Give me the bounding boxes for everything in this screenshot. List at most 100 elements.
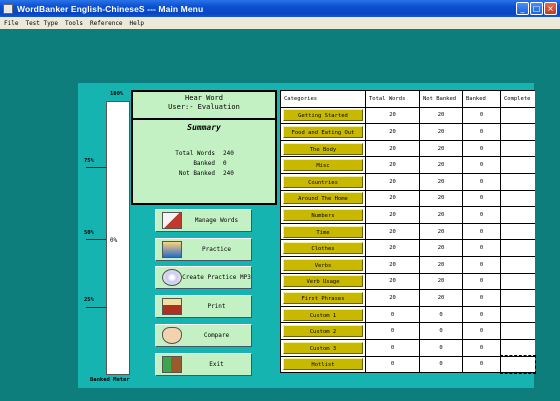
banked-cell: 0 [462,355,501,374]
menu-reference[interactable]: Reference [90,20,123,27]
total-words-cell: 20 [365,222,420,241]
tick-50 [86,239,106,240]
tick-25 [86,307,106,308]
window-title: WordBanker English-ChineseS --- Main Men… [17,3,204,14]
table-row: Around The Home 20 20 0 [280,189,535,208]
category-button[interactable]: Time [283,225,363,238]
meter-caption: Banked Meter [90,377,130,383]
complete-cell [500,123,535,141]
category-button[interactable]: The Body [283,142,363,155]
total-words-cell: 0 [365,338,420,357]
category-button[interactable]: Misc [283,159,363,172]
category-button[interactable]: Hotlist [283,358,363,371]
menu-tools[interactable]: Tools [65,20,83,27]
printer-icon [162,298,182,315]
manage-words-icon [162,212,182,229]
header-total-words[interactable]: Total Words [365,90,420,108]
menu-bar: File Test Type Tools Reference Help [0,17,560,29]
not-banked-cell: 0 [419,338,463,357]
menu-help[interactable]: Help [130,20,144,27]
table-row: Misc 20 20 0 [280,156,535,174]
category-cell: Numbers [280,206,366,224]
practice-button[interactable]: Practice [155,238,252,261]
create-practice-mp3-button[interactable]: Create Practice MP3 [155,266,252,289]
total-words-cell: 20 [365,239,420,257]
title-bar: WordBanker English-ChineseS --- Main Men… [0,0,560,17]
compare-button[interactable]: Compare [155,324,252,347]
category-cell: Custom 1 [280,305,366,324]
stat-not-banked: Not Banked 240 [178,170,234,177]
table-row: Clothes 20 20 0 [280,239,535,257]
complete-cell [500,272,535,291]
category-cell: First Phrases [280,289,366,307]
test-type-label: Hear Word [185,94,223,102]
banked-cell: 0 [462,305,501,324]
banked-cell: 0 [462,222,501,241]
header-not-banked[interactable]: Not Banked [419,90,463,108]
total-words-cell: 20 [365,189,420,208]
complete-cell [500,106,535,125]
total-words-cell: 0 [365,322,420,340]
not-banked-cell: 0 [419,322,463,340]
category-button[interactable]: Verbs [283,258,363,271]
exit-door-icon [162,356,182,373]
user-label: User:- Evaluation [168,103,240,111]
category-button[interactable]: Verb Usage [283,275,363,288]
complete-cell [500,239,535,257]
not-banked-cell: 20 [419,206,463,224]
banked-cell: 0 [462,172,501,191]
category-button[interactable]: Getting Started [283,109,363,122]
category-button[interactable]: Food and Eating Out [283,125,363,138]
table-row: First Phrases 20 20 0 [280,289,535,307]
table-row: Countries 20 20 0 [280,172,535,191]
tick-75 [86,167,106,168]
category-button[interactable]: Custom 2 [283,325,363,338]
banked-cell: 0 [462,289,501,307]
complete-cell [500,172,535,191]
complete-cell [500,338,535,357]
banked-cell: 0 [462,255,501,274]
banked-cell: 0 [462,123,501,141]
manage-words-button[interactable]: Manage Words [155,209,252,232]
exit-button[interactable]: Exit [155,353,252,376]
banked-cell: 0 [462,239,501,257]
table-row: Hotlist 0 0 0 [280,355,536,374]
category-button[interactable]: Custom 1 [283,308,363,321]
stat-banked: Banked 0 [193,160,227,167]
complete-cell [500,255,535,274]
practice-icon [162,241,182,258]
header-complete[interactable]: Complete [500,90,535,108]
close-button[interactable]: × [544,2,557,15]
total-words-cell: 20 [365,206,420,224]
menu-file[interactable]: File [4,20,18,27]
complete-cell [500,322,535,340]
complete-cell [500,156,535,174]
category-cell: Food and Eating Out [280,123,366,141]
category-button[interactable]: Custom 3 [283,341,363,354]
maximize-button[interactable]: □ [530,2,543,15]
category-button[interactable]: Countries [283,175,363,188]
print-button[interactable]: Print [155,295,252,318]
not-banked-cell: 20 [419,222,463,241]
category-button[interactable]: Around The Home [283,192,363,205]
menu-test-type[interactable]: Test Type [25,20,58,27]
category-cell: Time [280,222,366,241]
complete-cell [500,289,535,307]
category-button[interactable]: Numbers [283,208,363,221]
category-cell: Hotlist [280,355,366,374]
not-banked-cell: 20 [419,272,463,291]
not-banked-cell: 20 [419,106,463,125]
total-words-cell: 20 [365,139,420,158]
header-categories[interactable]: Categories [280,90,366,108]
minimize-button[interactable]: _ [516,2,529,15]
table-row: Food and Eating Out 20 20 0 [280,123,535,141]
banked-cell: 0 [462,139,501,158]
banked-cell: 0 [462,272,501,291]
category-button[interactable]: First Phrases [283,291,363,304]
total-words-cell: 20 [365,123,420,141]
banked-cell: 0 [462,322,501,340]
header-banked[interactable]: Banked [462,90,501,108]
table-row: Getting Started 20 20 0 [280,106,535,125]
category-button[interactable]: Clothes [283,242,363,255]
category-cell: Verb Usage [280,272,366,291]
